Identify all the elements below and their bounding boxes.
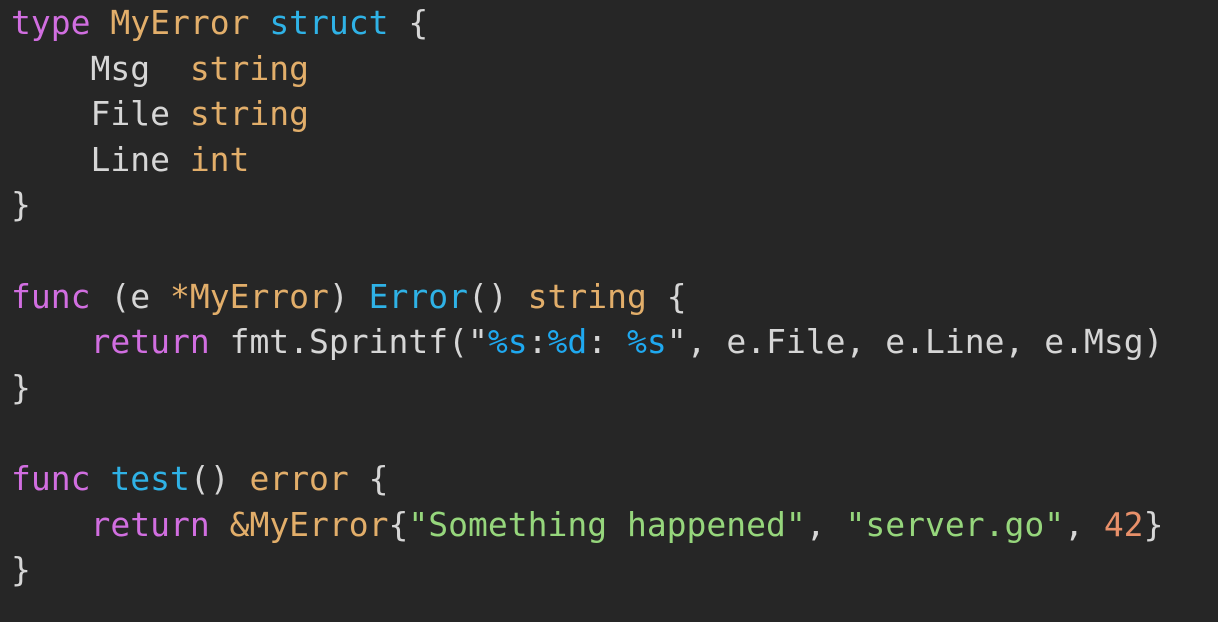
code-token: func	[11, 276, 91, 316]
code-token: {	[388, 504, 409, 544]
code-token: ,	[1064, 504, 1104, 544]
code-token: }	[11, 367, 31, 407]
code-token: File	[11, 94, 190, 134]
code-token: :	[527, 322, 548, 362]
code-token: }	[1143, 504, 1164, 544]
code-token: }	[11, 550, 31, 590]
code-line[interactable]: File string	[11, 91, 1218, 137]
code-token: error	[249, 458, 349, 498]
code-token: &MyError	[229, 504, 389, 544]
code-line[interactable]: return fmt.Sprintf("%s:%d: %s", e.File, …	[11, 319, 1218, 365]
code-editor[interactable]: type MyError struct { Msg string File st…	[0, 0, 1218, 622]
code-line[interactable]: type MyError struct {	[11, 0, 1218, 46]
code-token: string	[189, 94, 310, 134]
code-token: Msg	[11, 48, 190, 88]
code-token: "server.go"	[845, 504, 1065, 544]
code-line[interactable]: return &MyError{"Something happened", "s…	[11, 502, 1218, 548]
code-token: ()	[468, 276, 528, 316]
code-line[interactable]: Line int	[11, 137, 1218, 183]
code-token: string	[527, 276, 647, 316]
code-token: return	[90, 322, 210, 362]
code-token: ", e.File, e.Line, e.Msg)	[666, 322, 1164, 362]
code-token: ()	[189, 458, 250, 498]
code-line[interactable]	[11, 228, 1218, 274]
code-token: string	[189, 48, 310, 88]
code-token: struct	[269, 3, 389, 42]
code-token: type	[11, 3, 91, 42]
code-block[interactable]: type MyError struct { Msg string File st…	[11, 0, 1218, 593]
code-token: MyError	[110, 3, 250, 42]
code-token: {	[348, 458, 389, 498]
code-token: )	[328, 276, 369, 316]
code-token: return	[90, 504, 210, 544]
code-token: %s	[626, 322, 667, 362]
code-token: (e	[90, 276, 170, 316]
code-line[interactable]: }	[11, 182, 1218, 228]
code-line[interactable]: }	[11, 365, 1218, 411]
code-token: %s	[487, 322, 528, 362]
code-token: %d	[547, 322, 588, 362]
code-token: test	[110, 458, 190, 498]
code-token: int	[189, 139, 250, 179]
code-token: func	[11, 458, 91, 498]
code-line[interactable]: func test() error {	[11, 456, 1218, 502]
code-token: }	[11, 185, 31, 225]
code-token: :	[587, 322, 627, 362]
code-line[interactable]: }	[11, 547, 1218, 593]
code-line[interactable]	[11, 410, 1218, 456]
code-line[interactable]: func (e *MyError) Error() string {	[11, 274, 1218, 320]
code-token: fmt.Sprintf("	[209, 322, 488, 362]
code-token: {	[388, 3, 429, 42]
code-token: "Something happened"	[408, 504, 806, 544]
code-token: 42	[1103, 504, 1144, 544]
code-token: {	[646, 276, 687, 316]
code-line[interactable]: Msg string	[11, 46, 1218, 92]
code-token: *MyError	[169, 276, 329, 316]
code-token: Error	[368, 276, 469, 316]
code-token: Line	[11, 139, 190, 179]
code-token: ,	[805, 504, 846, 544]
